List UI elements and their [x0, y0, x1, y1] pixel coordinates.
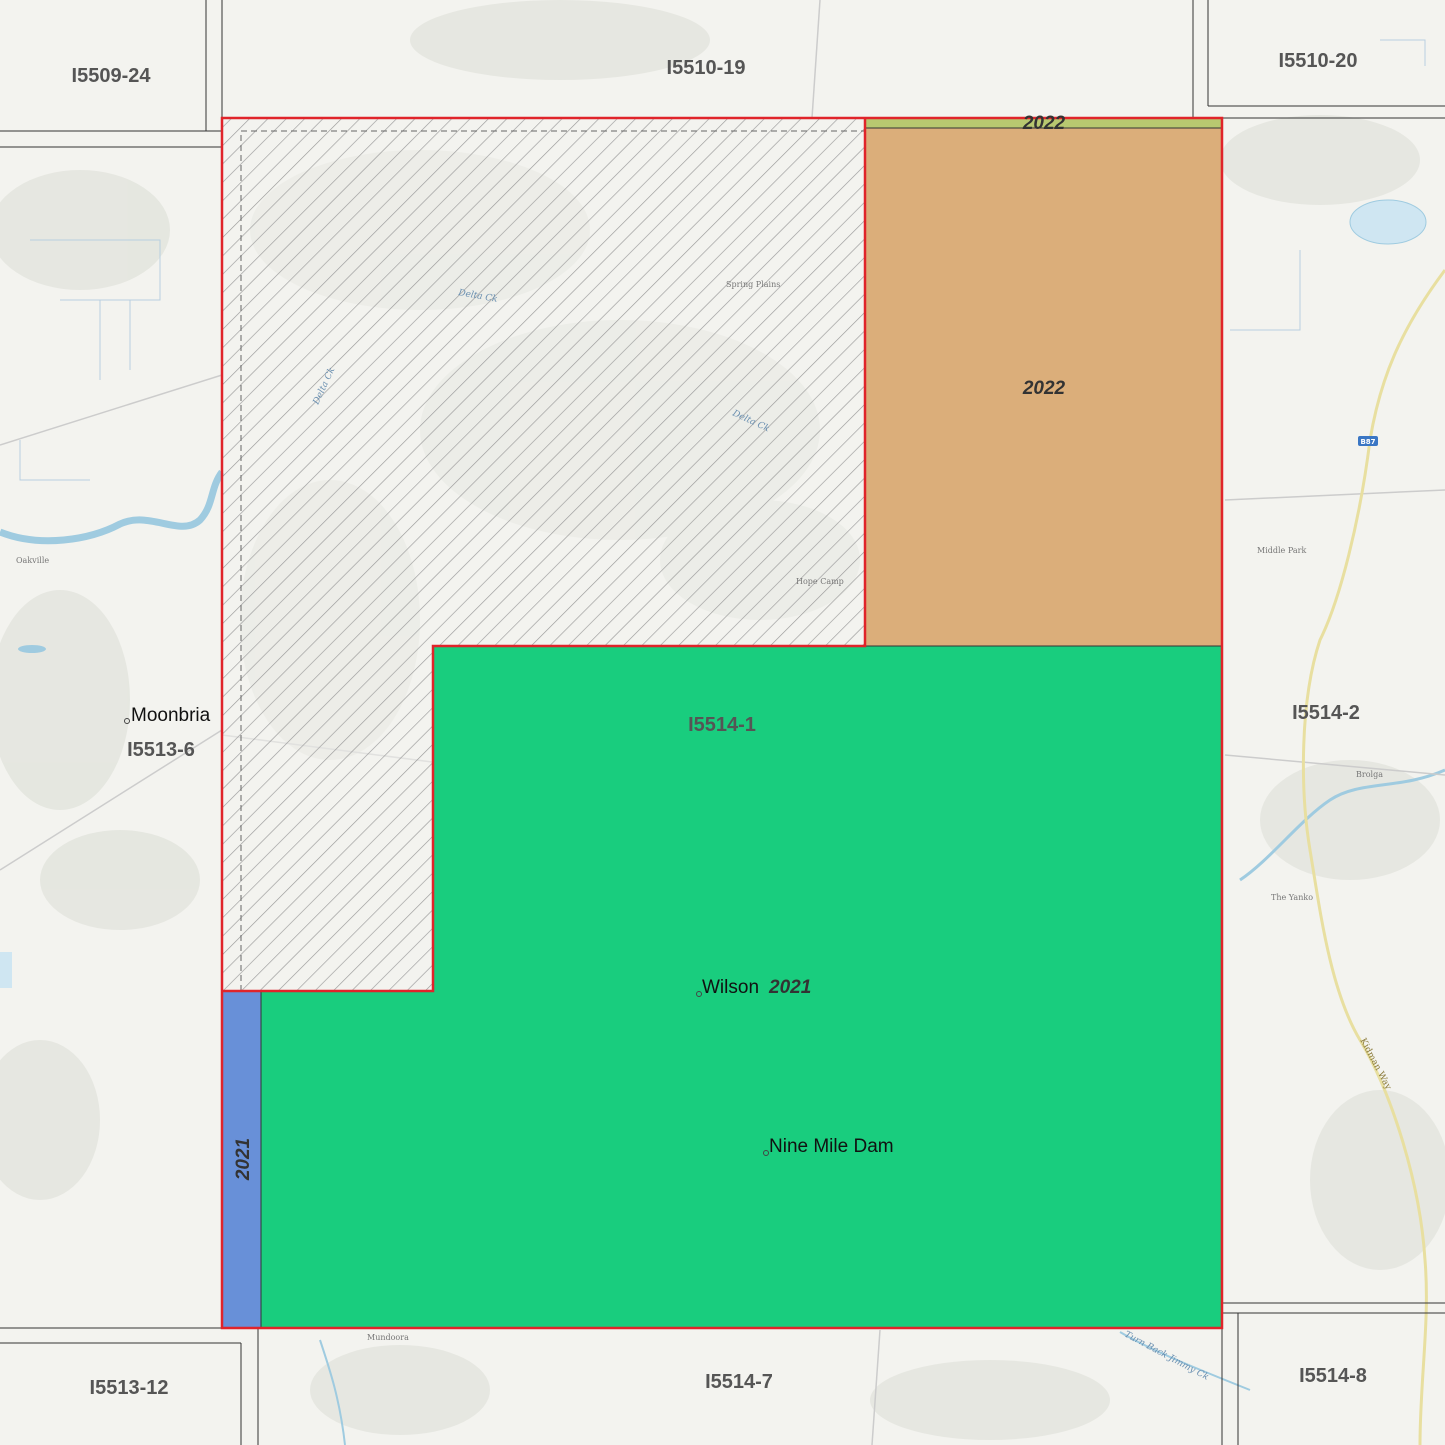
road-shield-label: B87: [1360, 438, 1375, 446]
grid-label-I5514-8: I5514-8: [1299, 1365, 1367, 1387]
year-label-blue-strip: 2021: [233, 1138, 254, 1181]
basemap-label-mundoora: Mundoora: [367, 1333, 409, 1342]
lake-small: [18, 645, 46, 653]
lake: [1349, 199, 1427, 245]
grid-label-I5514-7: I5514-7: [705, 1371, 773, 1393]
place-label-wilson: Wilson: [702, 977, 759, 998]
grid-label-I5514-1: I5514-1: [688, 714, 756, 736]
basemap-label-oakville: Oakville: [16, 556, 49, 565]
basemap-label-the-yanko: The Yanko: [1271, 893, 1313, 902]
year-label-orange: 2022: [1022, 378, 1066, 399]
year-label-top-strip: 2022: [1022, 113, 1066, 134]
grid-label-I5509-24: I5509-24: [72, 65, 152, 87]
grid-label-I5510-19: I5510-19: [667, 57, 746, 79]
map-canvas[interactable]: Spring Plains Hope Camp Delta Ck Delta C…: [0, 0, 1445, 1445]
grid-label-I5513-6: I5513-6: [127, 739, 195, 761]
place-label-nine-mile-dam: Nine Mile Dam: [769, 1136, 894, 1157]
basemap-label-spring-plains: Spring Plains: [726, 280, 780, 289]
basemap-label-middle-park: Middle Park: [1257, 546, 1306, 555]
basemap-label-brolga: Brolga: [1356, 770, 1383, 779]
grid-label-I5514-2: I5514-2: [1292, 702, 1360, 724]
year-label-green: 2021: [768, 977, 811, 998]
lake-small-2: [0, 952, 12, 988]
road-shield: B87: [1358, 436, 1378, 446]
grid-label-I5510-20: I5510-20: [1279, 50, 1358, 72]
basemap-label-hope-camp: Hope Camp: [796, 577, 844, 586]
place-label-moonbria: Moonbria: [131, 705, 211, 726]
grid-label-I5513-12: I5513-12: [90, 1377, 169, 1399]
